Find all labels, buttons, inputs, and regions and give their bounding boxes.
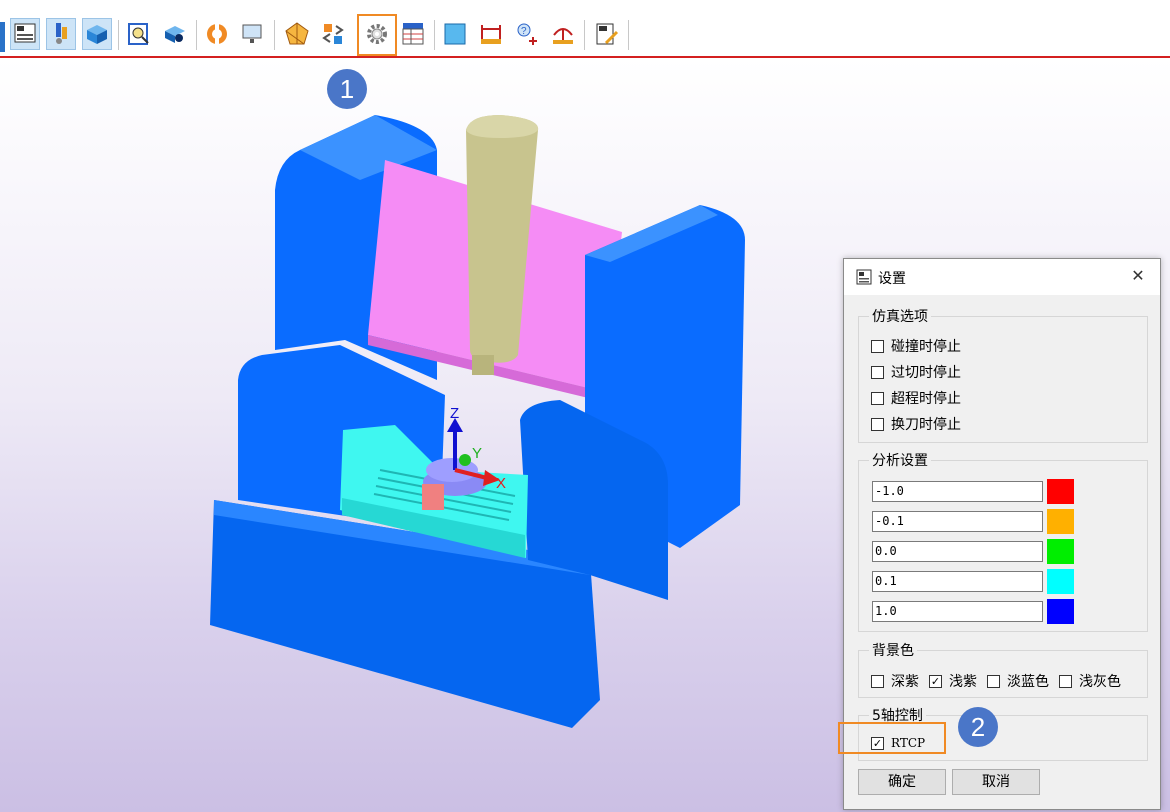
transform-button[interactable] bbox=[318, 18, 348, 50]
register-table-button[interactable] bbox=[398, 18, 428, 50]
checkbox-label: 超程时停止 bbox=[891, 391, 961, 407]
color-swatch[interactable] bbox=[1047, 569, 1074, 594]
ok-button[interactable]: 确定 bbox=[858, 769, 946, 795]
dialog-title-bar[interactable]: 设置 ✕ bbox=[844, 259, 1160, 295]
sim-options-group: 仿真选项 碰撞时停止 过切时停止 超程时停止 换刀时停止 bbox=[858, 306, 1148, 443]
settings-window-icon bbox=[856, 269, 872, 285]
checkbox-label: 浅紫 bbox=[949, 674, 977, 690]
tool-edit-button[interactable] bbox=[46, 18, 76, 50]
polygon-icon bbox=[285, 22, 309, 45]
camera-inspect-icon bbox=[165, 26, 185, 43]
measure-distance-icon bbox=[481, 25, 501, 44]
main-toolbar: ? bbox=[0, 0, 1170, 58]
lifebuoy-icon bbox=[207, 24, 227, 44]
machine-panel-icon bbox=[14, 23, 36, 43]
camera-inspect-button[interactable] bbox=[160, 18, 190, 50]
bg-light-gray-checkbox[interactable]: 浅灰色 bbox=[1059, 671, 1121, 691]
plane-icon bbox=[444, 23, 466, 45]
toolbar-separator bbox=[584, 20, 585, 50]
measure-distance-button[interactable] bbox=[476, 18, 506, 50]
bg-dark-purple-checkbox[interactable]: 深紫 bbox=[871, 671, 919, 691]
axis-z-label: Z bbox=[450, 405, 459, 422]
monitor-button[interactable] bbox=[238, 18, 268, 50]
register-table-icon bbox=[402, 23, 424, 45]
machine-panel-button[interactable] bbox=[10, 18, 40, 50]
color-swatch[interactable] bbox=[1047, 539, 1074, 564]
color-swatch[interactable] bbox=[1047, 479, 1074, 504]
axis-x-label: X bbox=[496, 475, 506, 492]
settings-button-highlight bbox=[357, 14, 397, 56]
magnifier-doc-button[interactable] bbox=[124, 18, 154, 50]
threshold-input[interactable]: 0.1 bbox=[872, 571, 1043, 592]
bg-light-blue-checkbox[interactable]: 淡蓝色 bbox=[987, 671, 1049, 691]
checkbox-label: 碰撞时停止 bbox=[891, 339, 961, 355]
stock-box-button[interactable] bbox=[82, 18, 112, 50]
svg-text:?: ? bbox=[521, 26, 527, 37]
checkbox-box[interactable] bbox=[987, 674, 1000, 688]
callout-badge-2: 2 bbox=[958, 707, 998, 747]
checkbox-label: 浅灰色 bbox=[1079, 674, 1121, 690]
toolbar-separator bbox=[274, 20, 275, 50]
threshold-input[interactable]: -0.1 bbox=[872, 511, 1043, 532]
checkbox-label: 换刀时停止 bbox=[891, 417, 961, 433]
sim-options-label: 仿真选项 bbox=[869, 306, 931, 326]
checkbox-box[interactable] bbox=[871, 339, 884, 353]
polygon-button[interactable] bbox=[282, 18, 312, 50]
toolbar-edge-marker bbox=[0, 22, 5, 52]
toolbar-separator bbox=[434, 20, 435, 50]
checkbox-box[interactable] bbox=[871, 365, 884, 379]
color-swatch[interactable] bbox=[1047, 509, 1074, 534]
monitor-icon bbox=[242, 24, 262, 43]
probe-add-button[interactable]: ? bbox=[512, 18, 542, 50]
background-color-group: 背景色 深紫 ✓ 浅紫 淡蓝色 浅灰色 bbox=[858, 640, 1148, 698]
close-icon[interactable]: ✕ bbox=[1128, 265, 1148, 287]
rtcp-highlight bbox=[838, 722, 946, 754]
checkbox-box[interactable] bbox=[871, 674, 884, 688]
measure-arc-button[interactable] bbox=[548, 18, 578, 50]
dialog-title: 设置 bbox=[878, 271, 906, 287]
checkbox-label: 过切时停止 bbox=[891, 365, 961, 381]
analysis-settings-group: 分析设置 -1.0 -0.1 0.0 0.1 1.0 bbox=[858, 450, 1148, 632]
background-color-label: 背景色 bbox=[869, 640, 917, 660]
toolbar-separator bbox=[628, 20, 629, 50]
checkbox-box[interactable] bbox=[1059, 674, 1072, 688]
threshold-input[interactable]: 0.0 bbox=[872, 541, 1043, 562]
stop-on-collision-checkbox[interactable]: 碰撞时停止 bbox=[871, 336, 961, 356]
probe-add-icon: ? bbox=[517, 23, 537, 45]
stock-box-icon bbox=[87, 25, 107, 44]
toolbar-separator bbox=[118, 20, 119, 50]
checkbox-box[interactable]: ✓ bbox=[929, 674, 942, 688]
transform-icon bbox=[322, 24, 344, 44]
lifebuoy-button[interactable] bbox=[202, 18, 232, 50]
checkbox-label: 淡蓝色 bbox=[1007, 674, 1049, 690]
report-pen-button[interactable] bbox=[592, 18, 622, 50]
stop-on-overtravel-checkbox[interactable]: 超程时停止 bbox=[871, 388, 961, 408]
toolbar-separator bbox=[196, 20, 197, 50]
plane-button[interactable] bbox=[440, 18, 470, 50]
axis-y-label: Y bbox=[472, 445, 482, 462]
tool-edit-icon bbox=[56, 23, 67, 44]
stop-on-gouge-checkbox[interactable]: 过切时停止 bbox=[871, 362, 961, 382]
color-swatch[interactable] bbox=[1047, 599, 1074, 624]
measure-arc-icon bbox=[553, 28, 573, 44]
cancel-button[interactable]: 取消 bbox=[952, 769, 1040, 795]
report-pen-icon bbox=[596, 23, 619, 45]
callout-badge-1: 1 bbox=[327, 69, 367, 109]
threshold-input[interactable]: -1.0 bbox=[872, 481, 1043, 502]
checkbox-box[interactable] bbox=[871, 417, 884, 431]
magnifier-doc-icon bbox=[128, 23, 149, 45]
checkbox-box[interactable] bbox=[871, 391, 884, 405]
analysis-settings-label: 分析设置 bbox=[869, 450, 931, 470]
bg-light-purple-checkbox[interactable]: ✓ 浅紫 bbox=[929, 671, 977, 691]
stop-on-toolchange-checkbox[interactable]: 换刀时停止 bbox=[871, 414, 961, 434]
checkbox-label: 深紫 bbox=[891, 674, 919, 690]
threshold-input[interactable]: 1.0 bbox=[872, 601, 1043, 622]
